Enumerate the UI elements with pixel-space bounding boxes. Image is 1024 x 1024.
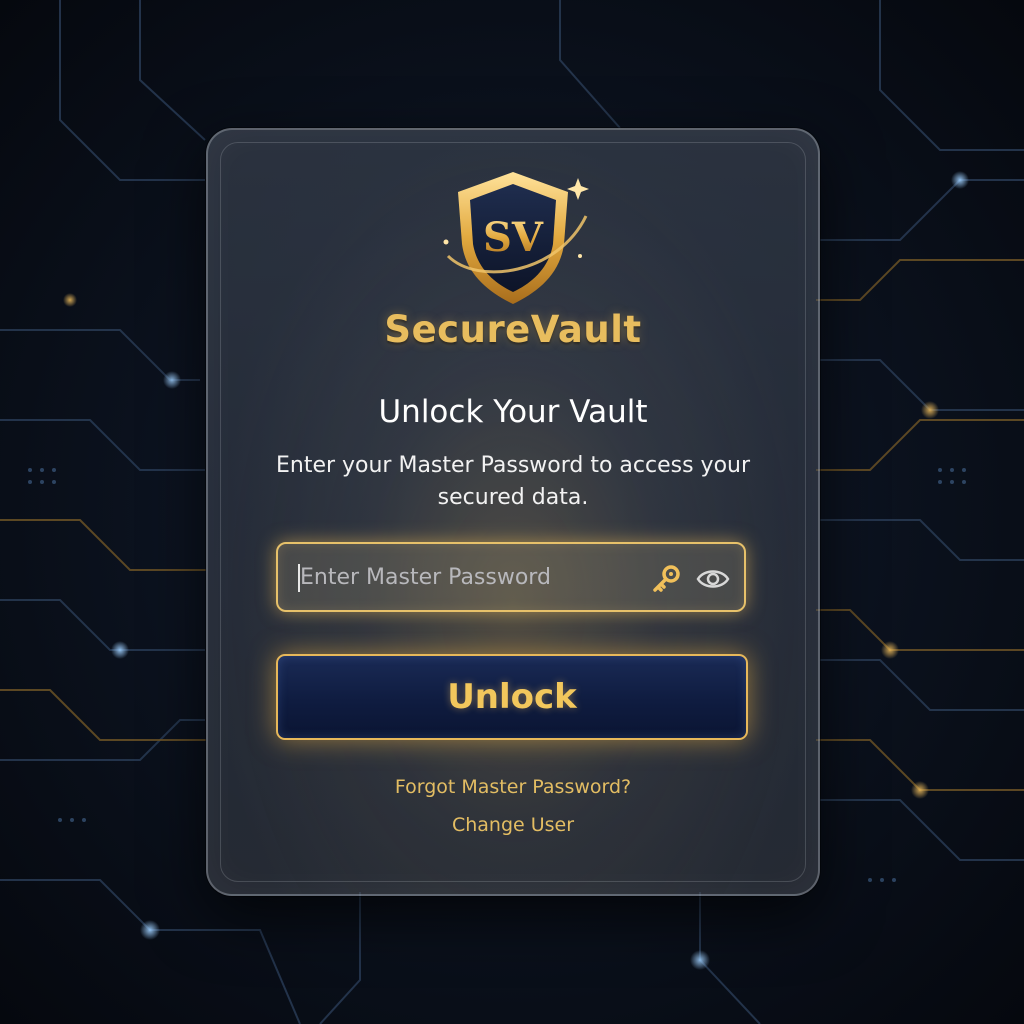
key-icon bbox=[653, 565, 680, 592]
page-title: Unlock Your Vault bbox=[378, 394, 648, 430]
brand-name: SecureVault bbox=[384, 308, 642, 351]
eye-icon[interactable] bbox=[696, 564, 730, 594]
master-password-field[interactable] bbox=[276, 542, 746, 612]
shield-icon: SV bbox=[443, 172, 589, 304]
page-subtitle: Enter your Master Password to access you… bbox=[275, 453, 751, 510]
lock-screen: SV SecureVault Unlock Your Vault Enter y… bbox=[0, 0, 1024, 1024]
unlock-button[interactable]: Unlock bbox=[276, 654, 748, 740]
logo-monogram: SV bbox=[483, 214, 544, 261]
change-user-link[interactable]: Change User bbox=[208, 814, 818, 836]
forgot-password-link[interactable]: Forgot Master Password? bbox=[208, 776, 818, 798]
unlock-card: SV SecureVault Unlock Your Vault Enter y… bbox=[206, 128, 820, 896]
master-password-input[interactable] bbox=[298, 544, 640, 610]
text-caret bbox=[298, 564, 300, 592]
